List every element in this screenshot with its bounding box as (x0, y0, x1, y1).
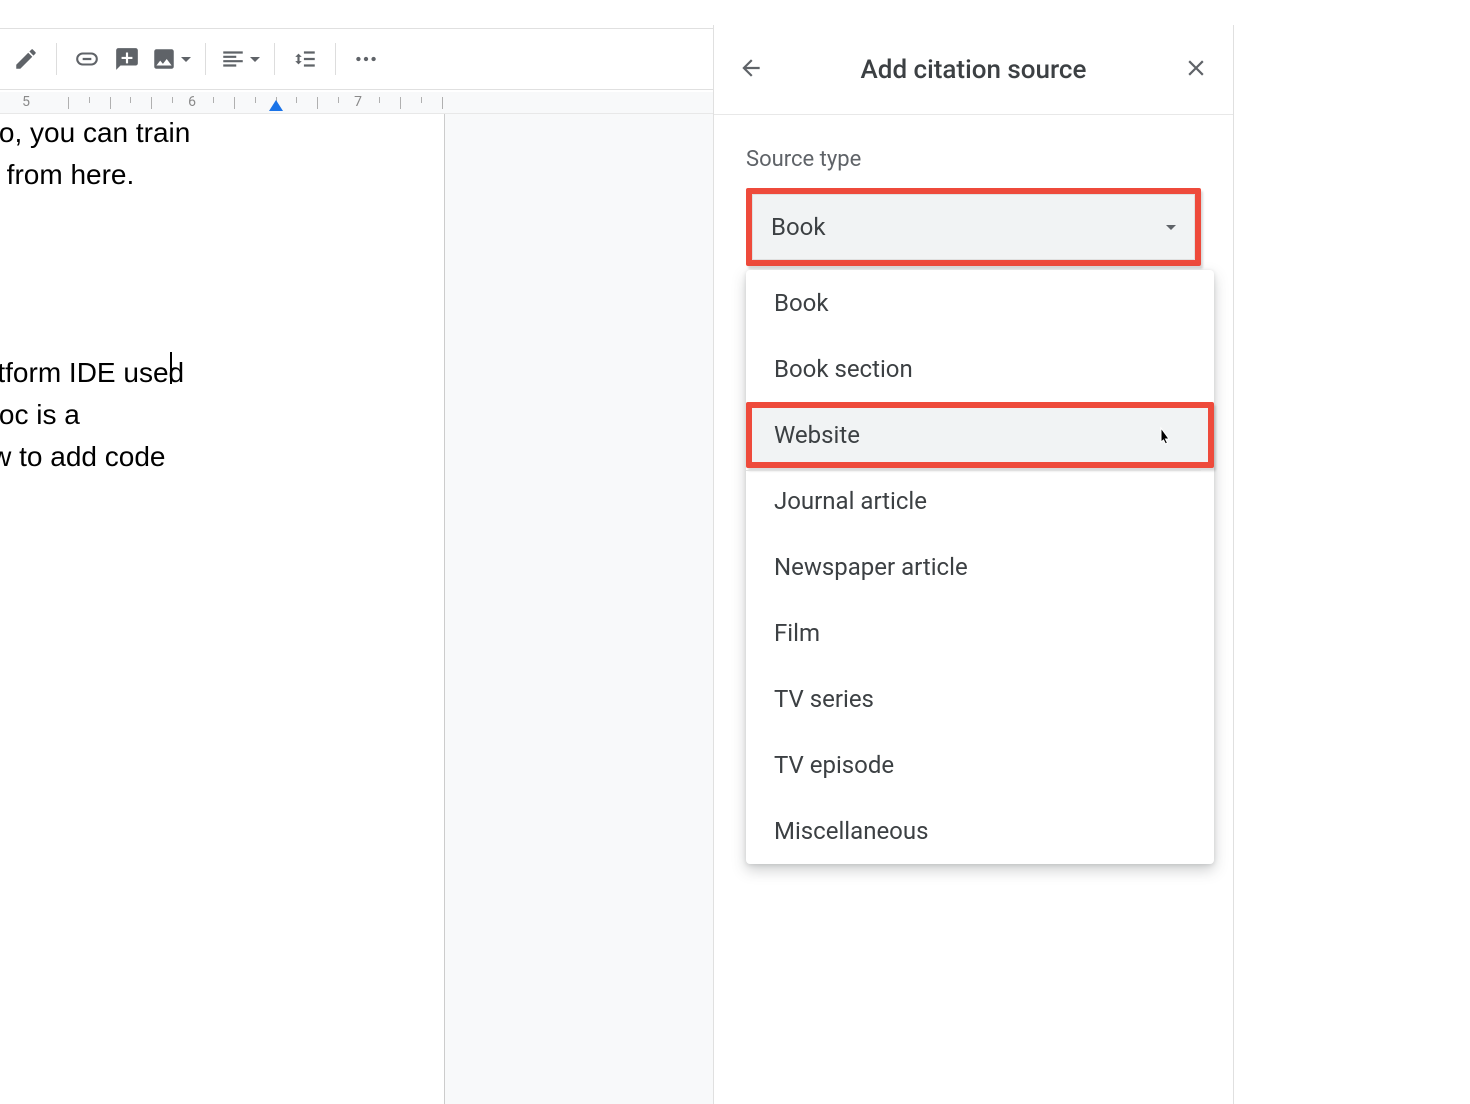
line-spacing-icon (292, 46, 318, 72)
document-text: e doc is a (0, 394, 80, 436)
ruler[interactable]: 5 6 7 (0, 92, 713, 114)
ruler-mark: 6 (188, 94, 196, 110)
add-comment-button[interactable] (107, 39, 147, 79)
document-text: me from here. (0, 154, 134, 196)
chevron-down-icon (181, 57, 191, 62)
comment-icon (114, 46, 140, 72)
toolbar-separator (335, 43, 336, 75)
side-panel: Add citation source Source type Book Boo… (713, 25, 1470, 1104)
close-button[interactable] (1183, 55, 1209, 85)
highlighter-button[interactable] (6, 39, 46, 79)
align-button[interactable] (216, 39, 264, 79)
source-type-dropdown: Book Book section Website Journal articl… (746, 270, 1214, 864)
toolbar-separator (274, 43, 275, 75)
dropdown-item-tv-episode[interactable]: TV episode (746, 732, 1214, 798)
dropdown-item-newspaper-article[interactable]: Newspaper article (746, 534, 1214, 600)
source-type-label: Source type (746, 147, 1201, 172)
ruler-mark: 5 (22, 94, 30, 110)
highlighter-icon (13, 46, 39, 72)
dropdown-item-book[interactable]: Book (746, 270, 1214, 336)
insert-link-button[interactable] (67, 39, 107, 79)
back-button[interactable] (738, 55, 764, 85)
annotation-highlight-website: Website (746, 402, 1214, 468)
align-left-icon (220, 46, 246, 72)
dropdown-item-journal-article[interactable]: Journal article (746, 468, 1214, 534)
toolbar-separator (205, 43, 206, 75)
right-indent-marker[interactable] (269, 100, 283, 111)
annotation-highlight-select: Book (746, 188, 1201, 266)
toolbar-separator (56, 43, 57, 75)
insert-image-button[interactable] (147, 39, 195, 79)
source-type-select[interactable]: Book (752, 194, 1195, 260)
document-text: how to add code (0, 436, 166, 478)
dropdown-item-film[interactable]: Film (746, 600, 1214, 666)
chevron-down-icon (1166, 225, 1176, 230)
source-type-selected-value: Book (771, 213, 826, 241)
more-button[interactable] (346, 39, 386, 79)
dropdown-item-book-section[interactable]: Book section (746, 336, 1214, 402)
close-icon (1183, 55, 1209, 81)
more-icon (353, 46, 379, 72)
document-text: Also, you can train (0, 112, 190, 154)
image-icon (151, 46, 177, 72)
document-page[interactable]: Also, you can train me from here. platfo… (0, 114, 445, 1104)
panel-divider (746, 470, 1201, 471)
text-cursor (170, 352, 172, 384)
dropdown-item-website[interactable]: Website (746, 402, 1214, 468)
panel-body: Source type Book Book Book section Websi… (714, 115, 1233, 896)
panel-header: Add citation source (714, 25, 1233, 115)
page-margin-area (445, 114, 713, 1104)
arrow-left-icon (738, 55, 764, 81)
cursor-pointer-icon (1152, 424, 1176, 452)
document-text: platform IDE used (0, 352, 184, 394)
chevron-down-icon (250, 57, 260, 62)
link-icon (74, 46, 100, 72)
citation-panel: Add citation source Source type Book Boo… (714, 25, 1234, 1104)
line-spacing-button[interactable] (285, 39, 325, 79)
ruler-mark: 7 (354, 94, 362, 110)
dropdown-item-miscellaneous[interactable]: Miscellaneous (746, 798, 1214, 864)
side-app-rail (1234, 25, 1271, 1104)
dropdown-item-tv-series[interactable]: TV series (746, 666, 1214, 732)
panel-title: Add citation source (764, 55, 1183, 85)
